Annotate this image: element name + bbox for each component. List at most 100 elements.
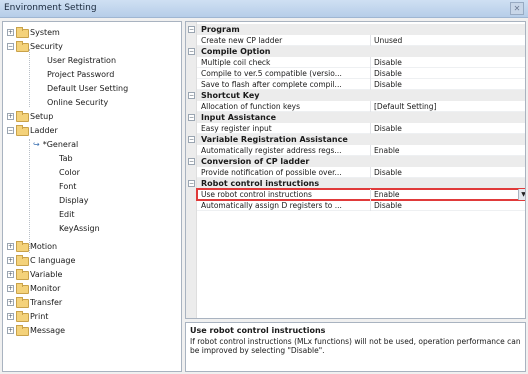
tree-item-edit[interactable]: Edit	[59, 207, 75, 221]
property-value[interactable]: Disable	[374, 201, 524, 210]
tree-item-label: Online Security	[47, 97, 109, 107]
tree-item-system[interactable]: + System	[7, 25, 60, 39]
folder-icon	[16, 27, 29, 38]
property-row[interactable]: Automatically assign D registers to ... …	[197, 200, 525, 211]
category-label: Variable Registration Assistance	[201, 135, 348, 144]
expand-icon[interactable]: +	[7, 284, 14, 292]
category-robot-control-instructions[interactable]: − Robot control instructions	[188, 178, 525, 189]
tree-item-label: Edit	[59, 209, 75, 219]
tree-item-label: Project Password	[47, 69, 115, 79]
chevron-down-icon[interactable]: ▼	[518, 189, 525, 200]
collapse-icon[interactable]: −	[188, 92, 195, 99]
tree-item-setup[interactable]: + Setup	[7, 109, 53, 123]
category-conversion-of-cp-ladder[interactable]: − Conversion of CP ladder	[188, 156, 525, 167]
tree-item-default-user-setting[interactable]: Default User Setting	[47, 81, 128, 95]
tree-item-online-security[interactable]: Online Security	[47, 95, 108, 109]
property-value[interactable]: Unused	[374, 36, 524, 45]
description-panel: Use robot control instructions If robot …	[185, 322, 526, 372]
property-value[interactable]: Enable	[374, 146, 524, 155]
tree-item-transfer[interactable]: + Transfer	[7, 295, 62, 309]
property-row[interactable]: Compile to ver.5 compatible (versio... D…	[197, 68, 525, 79]
tree-item-tab[interactable]: Tab	[59, 151, 73, 165]
folder-icon	[16, 111, 29, 122]
tree-item-print[interactable]: + Print	[7, 309, 48, 323]
tree-item-display[interactable]: Display	[59, 193, 89, 207]
collapse-icon[interactable]: −	[7, 126, 14, 134]
tree-item-variable[interactable]: + Variable	[7, 267, 62, 281]
tree-item-label: Font	[59, 181, 77, 191]
property-row[interactable]: Save to flash after complete compil... D…	[197, 79, 525, 90]
tree-item-message[interactable]: + Message	[7, 323, 65, 337]
tree-item-label: Display	[59, 195, 89, 205]
collapse-icon[interactable]: −	[188, 180, 195, 187]
collapse-icon[interactable]: −	[188, 114, 195, 121]
expand-icon[interactable]: +	[7, 326, 14, 334]
property-value[interactable]: Disable	[374, 69, 524, 78]
expand-icon[interactable]: +	[7, 298, 14, 306]
folder-icon	[16, 125, 29, 136]
property-row[interactable]: Multiple coil check Disable	[197, 57, 525, 68]
tree-item-ladder[interactable]: − Ladder	[7, 123, 58, 137]
column-divider	[370, 145, 371, 156]
tree-item-security[interactable]: − Security	[7, 39, 63, 53]
tree-guide-line	[29, 49, 30, 107]
property-value[interactable]: Disable	[374, 124, 524, 133]
collapse-icon[interactable]: −	[188, 48, 195, 55]
tree-item-label: Transfer	[30, 297, 63, 307]
tree-item-project-password[interactable]: Project Password	[47, 67, 114, 81]
category-label: Shortcut Key	[201, 91, 260, 100]
collapse-icon[interactable]: −	[7, 42, 14, 50]
expand-icon[interactable]: +	[7, 312, 14, 320]
category-label: Input Assistance	[201, 113, 277, 122]
tree-item-label: Message	[30, 325, 66, 335]
tree-item-label: Ladder	[30, 125, 58, 135]
expand-icon[interactable]: +	[7, 242, 14, 250]
close-button[interactable]: ✕	[510, 2, 524, 15]
property-value[interactable]: [Default Setting]	[374, 102, 524, 111]
tree-item-label: C language	[30, 255, 76, 265]
category-shortcut-key[interactable]: − Shortcut Key	[188, 90, 525, 101]
collapse-icon[interactable]: −	[188, 136, 195, 143]
tree-guide-line	[29, 139, 30, 253]
category-program[interactable]: − Program	[188, 24, 525, 35]
tree-item-label: Print	[30, 311, 49, 321]
tree-item-keyassign[interactable]: KeyAssign	[59, 221, 100, 235]
tree-item-color[interactable]: Color	[59, 165, 80, 179]
property-value[interactable]: Disable	[374, 58, 524, 67]
environment-setting-window: Environment Setting ✕ + System − Securit…	[0, 0, 528, 374]
property-value[interactable]: Disable	[374, 168, 524, 177]
property-row[interactable]: Create new CP ladder Unused	[197, 35, 525, 46]
column-divider	[370, 35, 371, 46]
property-row-use-robot-control[interactable]: Use robot control instructions Enable ▼	[196, 188, 525, 201]
property-row[interactable]: Automatically register address regs... E…	[197, 145, 525, 156]
expand-icon[interactable]: +	[7, 256, 14, 264]
tree-item-monitor[interactable]: + Monitor	[7, 281, 60, 295]
expand-icon[interactable]: +	[7, 112, 14, 120]
tree-item-general[interactable]: ↪ *General	[33, 137, 78, 151]
tree-item-label: Setup	[30, 111, 54, 121]
folder-icon	[16, 255, 29, 266]
category-variable-registration-assistance[interactable]: − Variable Registration Assistance	[188, 134, 525, 145]
property-grid: − Program Create new CP ladder Unused − …	[185, 21, 526, 319]
collapse-icon[interactable]: −	[188, 158, 195, 165]
folder-icon	[16, 325, 29, 336]
tree-item-c-language[interactable]: + C language	[7, 253, 75, 267]
property-value[interactable]: Disable	[374, 80, 524, 89]
property-row[interactable]: Easy register input Disable	[197, 123, 525, 134]
property-value-dropdown[interactable]: Enable	[374, 190, 524, 199]
category-compile-option[interactable]: − Compile Option	[188, 46, 525, 57]
expand-icon[interactable]: +	[7, 28, 14, 36]
collapse-icon[interactable]: −	[188, 26, 195, 33]
folder-icon	[16, 241, 29, 252]
column-divider	[370, 123, 371, 134]
category-label: Robot control instructions	[201, 179, 320, 188]
tree-item-font[interactable]: Font	[59, 179, 76, 193]
category-input-assistance[interactable]: − Input Assistance	[188, 112, 525, 123]
folder-icon	[16, 269, 29, 280]
property-row[interactable]: Allocation of function keys [Default Set…	[197, 101, 525, 112]
property-row[interactable]: Provide notification of possible over...…	[197, 167, 525, 178]
tree-item-motion[interactable]: + Motion	[7, 239, 57, 253]
expand-icon[interactable]: +	[7, 270, 14, 278]
column-divider	[370, 68, 371, 79]
tree-item-user-registration[interactable]: User Registration	[47, 53, 116, 67]
